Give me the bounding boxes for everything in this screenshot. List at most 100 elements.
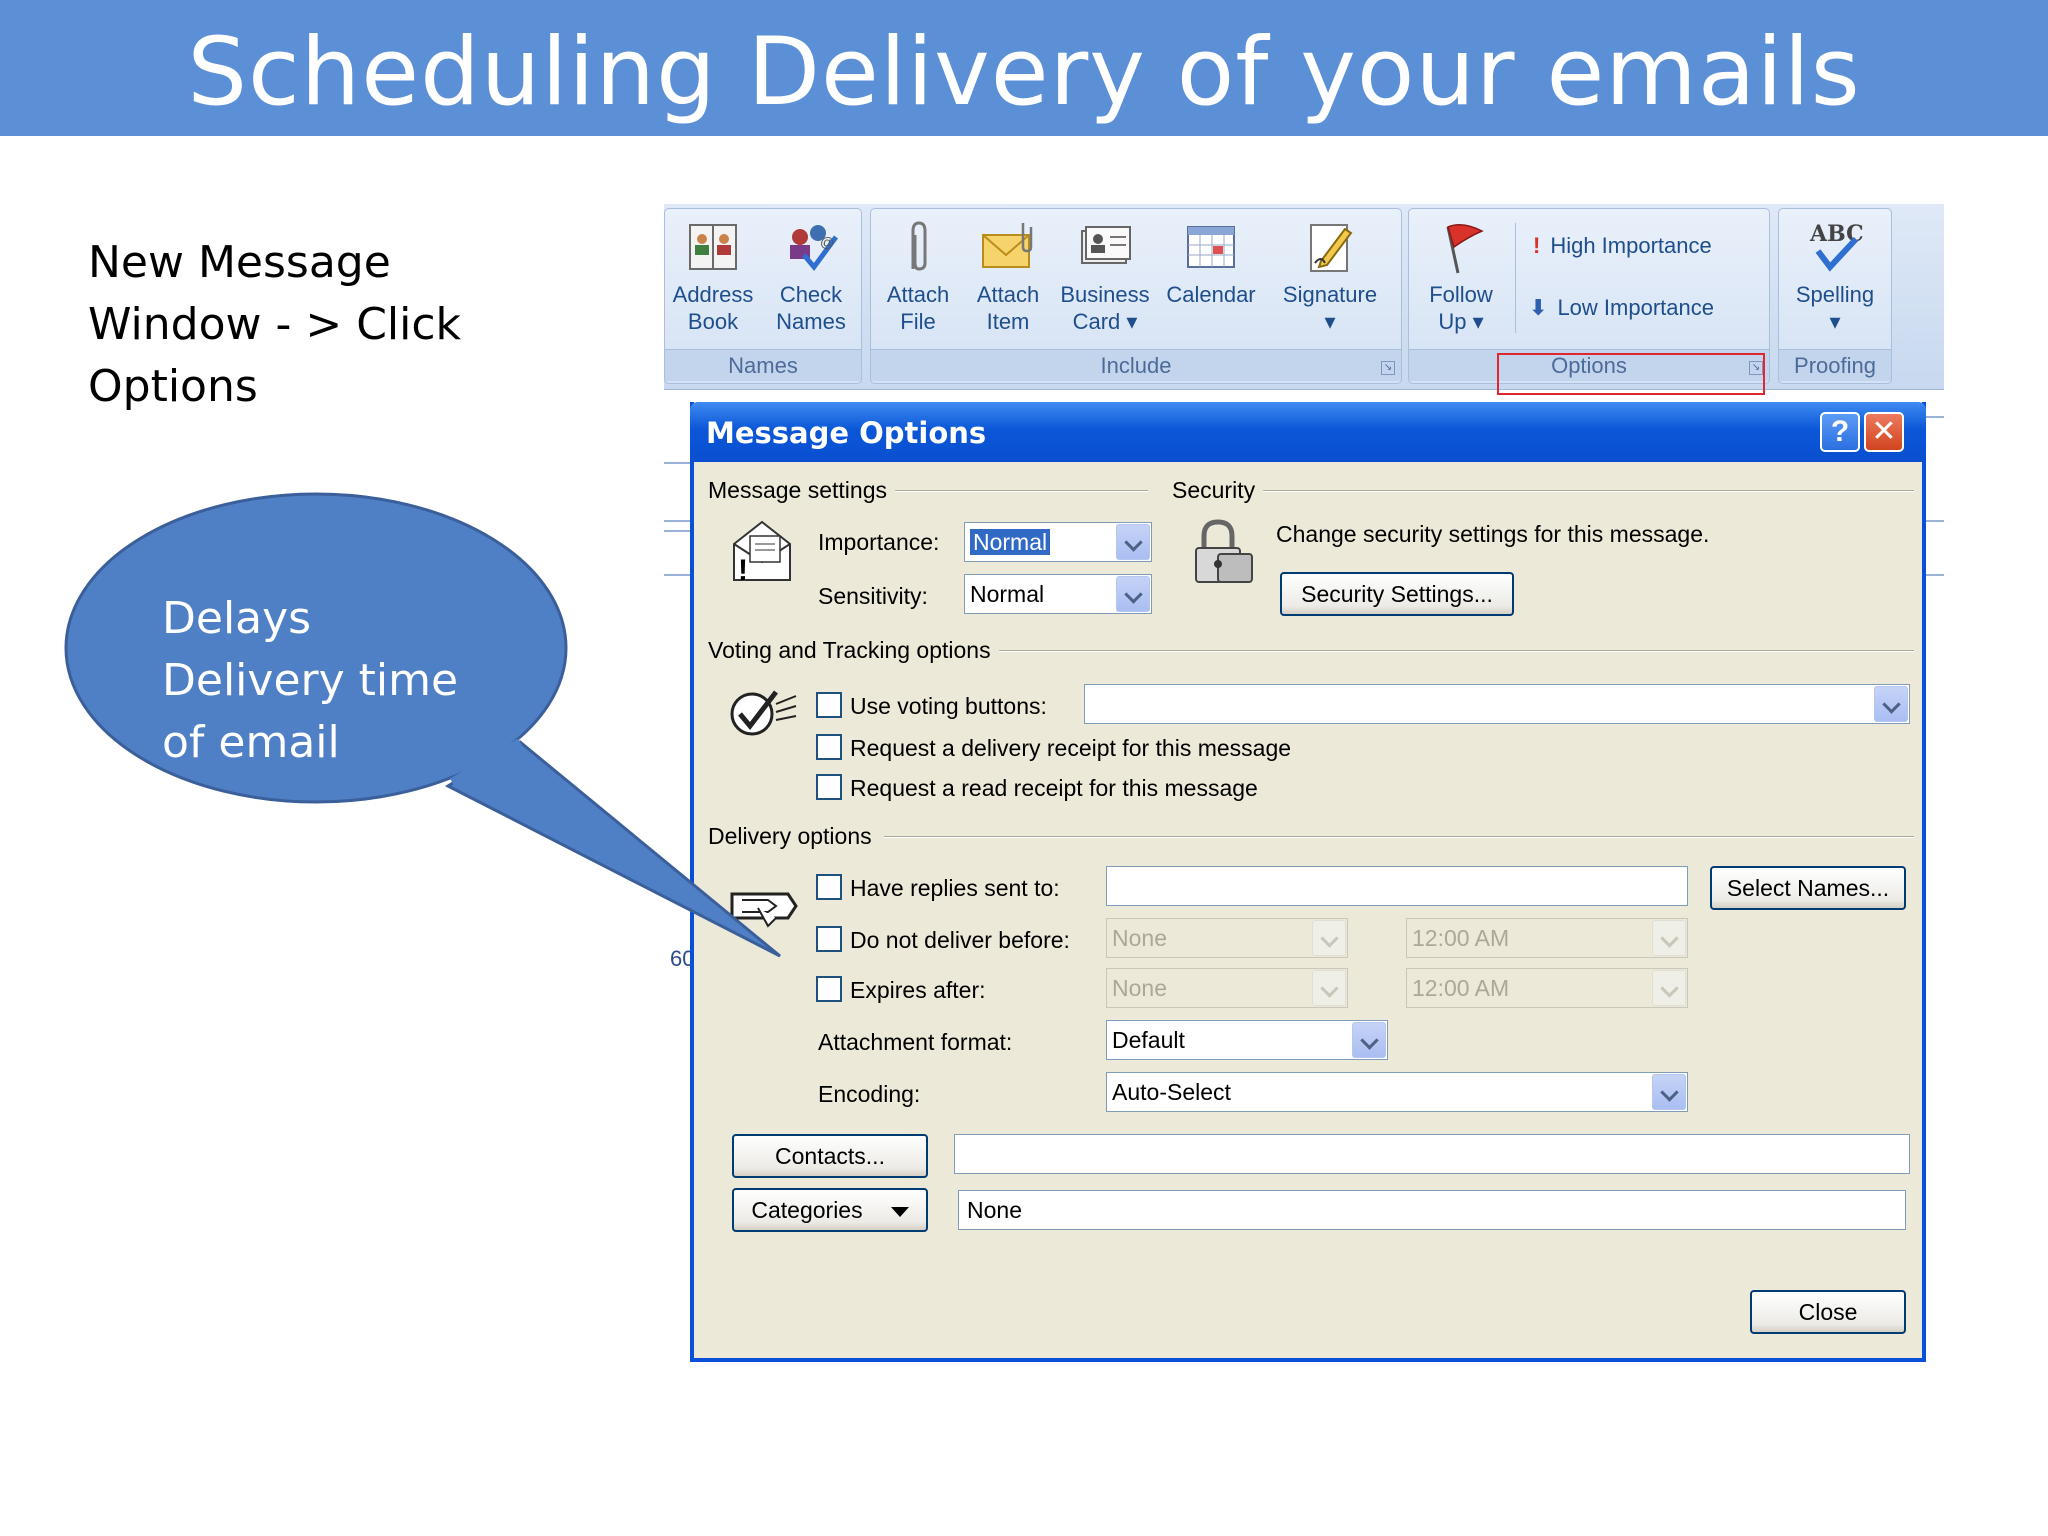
do-not-deliver-time-select[interactable]: 12:00 AM	[1406, 918, 1688, 958]
envelope-icon	[982, 223, 1033, 268]
check-names-label2: Names	[776, 309, 846, 334]
business-card-label1: Business	[1060, 282, 1150, 307]
replies-to-input[interactable]	[1106, 866, 1688, 906]
signature-label1: Signature	[1282, 282, 1378, 307]
decor-line	[664, 530, 690, 532]
chevron-down-icon[interactable]	[1312, 920, 1346, 956]
chevron-down-icon[interactable]	[1652, 920, 1686, 956]
chevron-down-icon[interactable]	[1312, 970, 1346, 1006]
delivery-icon	[730, 892, 798, 928]
security-heading: Security	[1172, 476, 1264, 504]
read-receipt-checkbox[interactable]	[816, 774, 842, 800]
slide-title: Scheduling Delivery of your emails	[187, 18, 1861, 127]
encoding-select[interactable]: Auto-Select	[1106, 1072, 1688, 1112]
check-names-label1: Check	[779, 282, 843, 307]
chevron-down-icon[interactable]	[1352, 1022, 1386, 1058]
calendar-button[interactable]: Calendar	[1159, 217, 1263, 308]
do-not-deliver-label: Do not deliver before:	[850, 927, 1070, 953]
categories-input[interactable]: None	[958, 1190, 1906, 1230]
ribbon-group-names: Address Book @ Check Names Names	[664, 208, 862, 384]
check-names-icon: @	[790, 225, 839, 272]
paperclip-icon	[911, 221, 927, 271]
chevron-down-icon[interactable]	[1874, 686, 1908, 722]
expires-date-select[interactable]: None	[1106, 968, 1348, 1008]
follow-up-label2: Up ▾	[1438, 309, 1484, 334]
low-importance-button[interactable]: ⬇ Low Importance	[1529, 293, 1714, 323]
svg-text:!: !	[738, 554, 748, 586]
do-not-deliver-time: 12:00 AM	[1412, 925, 1510, 951]
attachment-format-label: Attachment format:	[818, 1029, 1013, 1055]
lock-icon	[1195, 519, 1253, 583]
categories-button[interactable]: Categories	[732, 1188, 928, 1232]
do-not-deliver-checkbox[interactable]	[816, 926, 842, 952]
spelling-label1: Spelling	[1795, 282, 1875, 307]
svg-text:@: @	[820, 234, 834, 250]
check-names-button[interactable]: @ Check Names	[765, 217, 857, 335]
rule-voting	[994, 650, 1914, 652]
attach-item-button[interactable]: Attach Item	[965, 217, 1051, 335]
chevron-down-icon[interactable]	[1116, 524, 1150, 560]
contacts-button[interactable]: Contacts...	[732, 1134, 928, 1178]
do-not-deliver-date-select[interactable]: None	[1106, 918, 1348, 958]
chevron-down-icon[interactable]	[1652, 970, 1686, 1006]
expires-checkbox[interactable]	[816, 976, 842, 1002]
have-replies-label: Have replies sent to:	[850, 875, 1060, 901]
ribbon-group-include: Attach File Attach Item Business Card ▾ …	[870, 208, 1402, 384]
instruction-line-2: Window - > Click	[88, 299, 462, 350]
decor-line	[1926, 416, 1944, 418]
close-button[interactable]: Close	[1750, 1290, 1906, 1334]
ribbon-group-proofing: ABC Spelling ▾ Proofing	[1778, 208, 1892, 384]
importance-value: Normal	[970, 529, 1051, 555]
spelling-button[interactable]: ABC Spelling ▾	[1783, 217, 1887, 335]
security-settings-button[interactable]: Security Settings...	[1280, 572, 1514, 616]
include-dialog-launcher-icon[interactable]: ↘	[1381, 361, 1395, 375]
business-card-icon	[1081, 226, 1131, 264]
delivery-receipt-checkbox[interactable]	[816, 734, 842, 760]
signature-button[interactable]: Signature ▾	[1267, 217, 1393, 335]
address-book-button[interactable]: Address Book	[667, 217, 759, 335]
options-highlight-box	[1497, 353, 1765, 395]
chevron-down-icon[interactable]	[1652, 1074, 1686, 1110]
importance-label: Importance:	[818, 529, 940, 555]
sensitivity-select[interactable]: Normal	[964, 574, 1152, 614]
attachment-format-select[interactable]: Default	[1106, 1020, 1388, 1060]
have-replies-checkbox[interactable]	[816, 874, 842, 900]
expires-label: Expires after:	[850, 977, 986, 1003]
flag-icon	[1446, 224, 1484, 274]
group-label-names: Names	[665, 349, 861, 381]
decor-line	[1926, 574, 1944, 576]
business-card-button[interactable]: Business Card ▾	[1057, 217, 1153, 335]
delivery-receipt-label: Request a delivery receipt for this mess…	[850, 735, 1292, 761]
options-separator	[1515, 223, 1516, 333]
callout-text: Delays Delivery time of email	[162, 588, 502, 774]
triangle-down-icon	[890, 1206, 909, 1217]
address-book-label2: Book	[687, 309, 739, 334]
importance-select[interactable]: Normal	[964, 522, 1152, 562]
help-button[interactable]: ?	[1820, 412, 1860, 452]
address-book-label1: Address	[672, 282, 754, 307]
message-options-dialog: Message Options ? ✕ Message settings ! I…	[690, 402, 1926, 1362]
calendar-icon	[1187, 226, 1235, 268]
callout-line-3: of email	[162, 717, 340, 768]
close-x-button[interactable]: ✕	[1864, 412, 1904, 452]
sensitivity-label: Sensitivity:	[818, 583, 928, 609]
chevron-down-icon[interactable]	[1116, 576, 1150, 612]
high-importance-button[interactable]: ! High Importance	[1533, 231, 1712, 261]
instruction-line-1: New Message	[88, 237, 391, 288]
contacts-input[interactable]	[954, 1134, 1910, 1174]
select-names-button[interactable]: Select Names...	[1710, 866, 1906, 910]
voting-buttons-select[interactable]	[1084, 684, 1910, 724]
decor-line	[664, 462, 690, 464]
attachment-format-value: Default	[1112, 1027, 1185, 1053]
signature-label2: ▾	[1324, 309, 1336, 334]
callout-line-2: Delivery time	[162, 655, 459, 706]
attach-file-button[interactable]: Attach File	[875, 217, 961, 335]
attach-file-label2: File	[900, 309, 936, 334]
follow-up-label1: Follow	[1429, 282, 1493, 307]
expires-time-select[interactable]: 12:00 AM	[1406, 968, 1688, 1008]
address-book-icon	[689, 224, 737, 270]
follow-up-button[interactable]: Follow Up ▾	[1415, 217, 1507, 335]
use-voting-checkbox[interactable]	[816, 692, 842, 718]
dialog-titlebar[interactable]: Message Options ? ✕	[690, 402, 1926, 462]
high-importance-icon: !	[1533, 233, 1541, 258]
